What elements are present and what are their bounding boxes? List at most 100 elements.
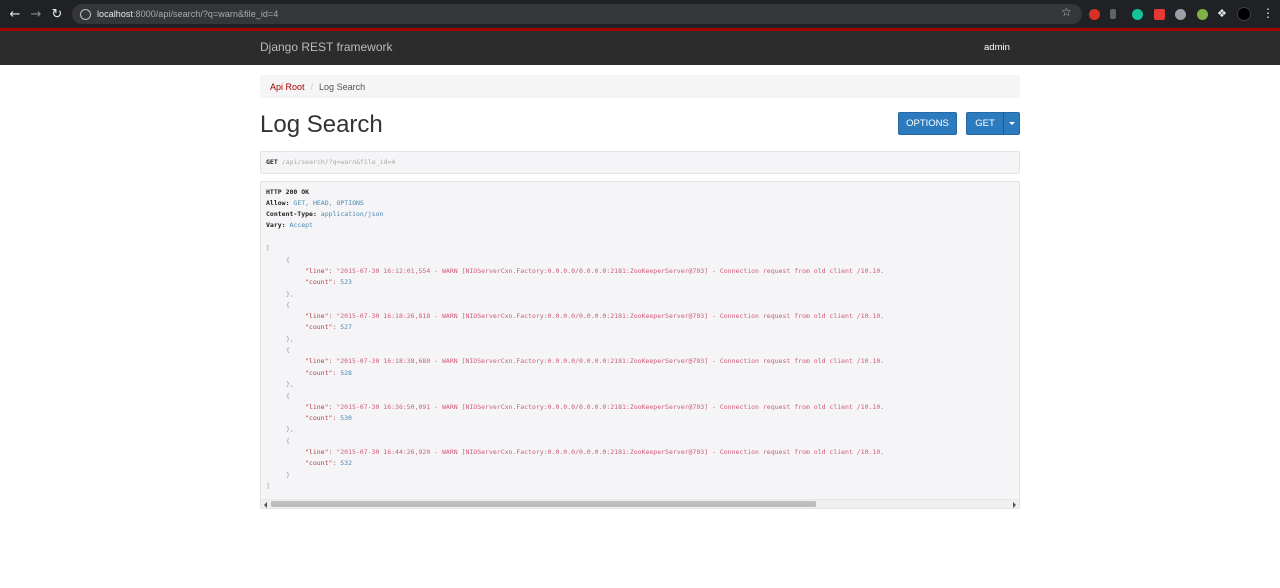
header-value: GET, HEAD, OPTIONS xyxy=(293,199,364,207)
profile-avatar[interactable] xyxy=(1237,7,1251,21)
json-key: "count": xyxy=(305,278,337,286)
json-key: "line": xyxy=(305,267,333,275)
json-key: "count": xyxy=(305,414,337,422)
options-button[interactable]: OPTIONS xyxy=(898,112,957,135)
json-line-field: "line": "2015-07-30 16:18:26,818 - WARN … xyxy=(305,312,884,320)
back-icon[interactable]: ← xyxy=(4,3,26,25)
request-info: GET/api/search/?q=warn&file_id=4 xyxy=(260,151,1020,174)
extension-grammarly-icon[interactable] xyxy=(1132,9,1143,20)
request-path: /api/search/?q=warn&file_id=4 xyxy=(281,158,396,166)
extension-icon[interactable] xyxy=(1110,9,1116,19)
json-count-value: 530 xyxy=(340,414,352,422)
navbar-user-menu[interactable]: admin xyxy=(984,42,1010,53)
json-punct: }, xyxy=(286,335,294,343)
header-key: Content-Type: xyxy=(266,210,317,218)
json-punct: { xyxy=(286,346,290,354)
json-count-field: "count": 530 xyxy=(305,414,352,422)
json-count-field: "count": 527 xyxy=(305,323,352,331)
json-line-field: "line": "2015-07-30 16:18:38,680 - WARN … xyxy=(305,357,884,365)
breadcrumb-current: Log Search xyxy=(319,81,366,92)
json-key: "count": xyxy=(305,369,337,377)
json-key: "line": xyxy=(305,403,333,411)
json-close-brace: }, xyxy=(286,425,294,433)
address-url[interactable]: localhost:8000/api/search/?q=warn&file_i… xyxy=(97,9,278,19)
breadcrumb-separator: / xyxy=(310,81,314,92)
response-info: HTTP 200 OK Allow: GET, HEAD, OPTIONS Co… xyxy=(260,181,1020,509)
horizontal-scrollbar[interactable] xyxy=(261,499,1019,508)
json-open-bracket: [ xyxy=(266,244,270,252)
json-line-field: "line": "2015-07-30 16:12:01,554 - WARN … xyxy=(305,267,884,275)
json-open-brace: { xyxy=(286,301,290,309)
header-value: Accept xyxy=(289,221,313,229)
star-icon[interactable]: ☆ xyxy=(1061,5,1072,19)
json-line-field: "line": "2015-07-30 16:44:26,920 - WARN … xyxy=(305,448,884,456)
json-punct: } xyxy=(286,471,290,479)
browser-toolbar: ← → ↻ localhost:8000/api/search/?q=warn&… xyxy=(0,0,1280,28)
json-open-brace: { xyxy=(286,346,290,354)
get-format-dropdown[interactable] xyxy=(1003,112,1020,135)
json-line-value: "2015-07-30 16:36:50,091 - WARN [NIOServ… xyxy=(336,403,885,411)
get-button[interactable]: GET xyxy=(966,112,1004,135)
response-header: Content-Type: application/json xyxy=(266,210,383,218)
json-close-brace: }, xyxy=(286,290,294,298)
json-count-field: "count": 528 xyxy=(305,369,352,377)
json-open-brace: { xyxy=(286,437,290,445)
header-key: Allow: xyxy=(266,199,290,207)
scroll-right-icon[interactable] xyxy=(1013,502,1016,508)
chevron-down-icon xyxy=(1008,122,1015,125)
json-line-field: "line": "2015-07-30 16:36:50,091 - WARN … xyxy=(305,403,884,411)
header-key: Vary: xyxy=(266,221,286,229)
json-count-value: 528 xyxy=(340,369,352,377)
extension-adblock-icon[interactable] xyxy=(1089,9,1100,20)
header-value: application/json xyxy=(320,210,384,218)
json-punct: { xyxy=(286,256,290,264)
scrollbar-thumb[interactable] xyxy=(271,501,816,507)
info-icon[interactable] xyxy=(80,8,91,20)
extension-dots-icon[interactable] xyxy=(1175,9,1186,20)
json-line-value: "2015-07-30 16:18:38,680 - WARN [NIOServ… xyxy=(336,357,885,365)
json-close-brace: }, xyxy=(286,335,294,343)
page-title: Log Search xyxy=(260,111,383,138)
json-open-brace: { xyxy=(286,256,290,264)
response-status: HTTP 200 OK xyxy=(266,188,309,196)
json-count-value: 532 xyxy=(340,459,352,467)
json-key: "line": xyxy=(305,312,333,320)
json-count-value: 523 xyxy=(340,278,352,286)
puzzle-icon[interactable]: ❖ xyxy=(1217,8,1228,19)
response-header: Vary: Accept xyxy=(266,221,313,229)
extension-plus-icon[interactable] xyxy=(1197,9,1208,20)
status-text: HTTP 200 OK xyxy=(266,188,310,196)
request-method: GET xyxy=(266,158,278,166)
json-key: "line": xyxy=(305,357,333,365)
json-open-brace: { xyxy=(286,392,290,400)
address-bar[interactable]: localhost:8000/api/search/?q=warn&file_i… xyxy=(72,4,1082,24)
scroll-left-icon[interactable] xyxy=(264,502,267,508)
json-punct: [ xyxy=(266,244,270,252)
json-close-brace: }, xyxy=(286,380,294,388)
reload-icon[interactable]: ↻ xyxy=(46,3,68,25)
breadcrumb: Api Root / Log Search xyxy=(260,75,1020,98)
json-punct: }, xyxy=(286,425,294,433)
forward-icon[interactable]: → xyxy=(25,3,47,25)
json-punct: { xyxy=(286,392,290,400)
json-key: "count": xyxy=(305,459,337,467)
json-count-field: "count": 532 xyxy=(305,459,352,467)
response-header: Allow: GET, HEAD, OPTIONS xyxy=(266,199,364,207)
url-rest: :8000/api/search/?q=warn&file_id=4 xyxy=(132,9,279,19)
json-line-value: "2015-07-30 16:18:26,818 - WARN [NIOServ… xyxy=(336,312,885,320)
json-close-bracket: ] xyxy=(266,482,270,490)
json-line-value: "2015-07-30 16:44:26,920 - WARN [NIOServ… xyxy=(336,448,885,456)
json-close-brace: } xyxy=(286,471,290,479)
json-key: "line": xyxy=(305,448,333,456)
url-host: localhost xyxy=(97,9,133,19)
json-count-field: "count": 523 xyxy=(305,278,352,286)
json-punct: { xyxy=(286,301,290,309)
navbar-brand[interactable]: Django REST framework xyxy=(260,40,393,54)
json-punct: }, xyxy=(286,380,294,388)
json-punct: ] xyxy=(266,482,270,490)
menu-icon[interactable]: ⋮ xyxy=(1262,6,1274,20)
extension-video-icon[interactable] xyxy=(1154,9,1165,20)
json-line-value: "2015-07-30 16:12:01,554 - WARN [NIOServ… xyxy=(336,267,885,275)
breadcrumb-api-root[interactable]: Api Root xyxy=(270,82,305,92)
json-key: "count": xyxy=(305,323,337,331)
